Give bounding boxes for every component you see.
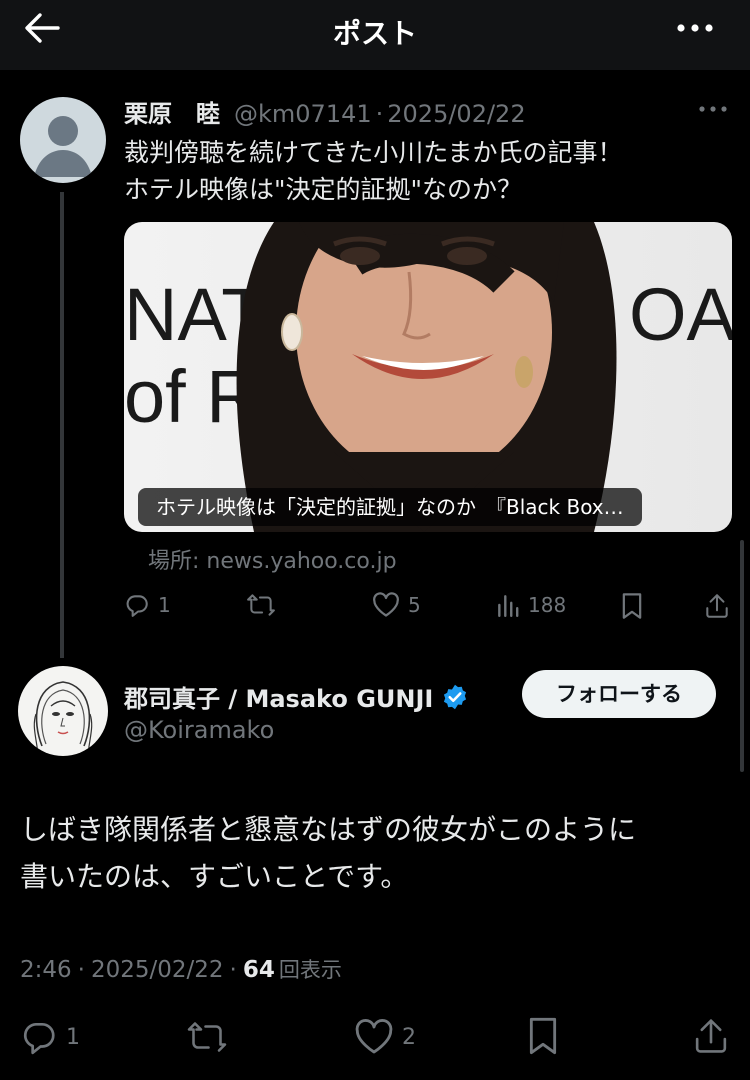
main-time[interactable]: 2:46	[20, 957, 72, 983]
parent-text-line2: ホテル映像は"決定的証拠"なのか？	[124, 175, 522, 204]
parent-header: 栗原 睦 @km07141 · 2025/02/22	[124, 94, 526, 129]
page-title: ポスト	[332, 17, 417, 50]
main-name-row: 郡司真子 / Masako GUNJI	[124, 679, 469, 714]
main-text-line1: しばき隊関係者と懇意なはずの彼女がこのように	[20, 813, 637, 846]
parent-avatar[interactable]	[20, 97, 106, 183]
parent-views-button[interactable]: 188	[496, 592, 566, 618]
reply-icon	[23, 1022, 55, 1055]
thread-line	[60, 192, 64, 658]
reply-icon	[126, 595, 148, 617]
main-like-count: 2	[402, 1024, 416, 1050]
main-date[interactable]: 2025/02/22	[91, 957, 224, 983]
share-icon	[706, 594, 728, 618]
link-card-image[interactable]: NAT of R OA	[124, 222, 732, 532]
main-meta: 2:46 · 2025/02/22 · 64 回表示	[20, 954, 342, 984]
main-meta-separator: ·	[77, 957, 85, 983]
main-bookmark-button[interactable]	[526, 1016, 560, 1060]
main-view-label: 回表示	[278, 958, 342, 982]
parent-separator: ·	[375, 100, 384, 128]
like-icon	[355, 1019, 393, 1054]
main-view-count: 64	[242, 957, 275, 983]
bookmark-icon	[622, 593, 642, 619]
main-meta-separator-2: ·	[229, 957, 237, 983]
parent-reply-button[interactable]: 1	[124, 592, 171, 618]
share-icon	[695, 1019, 727, 1053]
link-card-source[interactable]: 場所: news.yahoo.co.jp	[148, 543, 397, 575]
parent-handle[interactable]: @km07141	[234, 100, 372, 128]
link-card-caption[interactable]: ホテル映像は「決定的証拠」なのか 『Black Box…	[138, 488, 642, 526]
main-repost-button[interactable]	[186, 1018, 236, 1056]
repost-icon	[247, 594, 275, 616]
scrollbar[interactable]	[740, 540, 744, 772]
verified-badge-icon	[444, 684, 467, 709]
parent-share-button[interactable]	[704, 592, 730, 624]
bookmark-icon	[529, 1017, 557, 1055]
main-text-line2: 書いたのは、すごいことです。	[20, 860, 409, 893]
parent-date[interactable]: 2025/02/22	[387, 100, 525, 128]
main-reply-button[interactable]: 1	[20, 1018, 80, 1056]
views-icon	[498, 595, 519, 618]
parent-view-count: 188	[528, 593, 567, 617]
parent-like-count: 5	[408, 593, 421, 617]
parent-like-button[interactable]: 5	[372, 592, 421, 618]
like-icon	[373, 592, 399, 617]
more-icon[interactable]	[672, 10, 718, 46]
parent-repost-button[interactable]	[246, 592, 284, 618]
parent-reply-count: 1	[158, 593, 171, 617]
main-handle[interactable]: @Koiramako	[124, 716, 274, 744]
parent-more-icon[interactable]	[696, 96, 730, 122]
parent-display-name[interactable]: 栗原 睦	[124, 94, 220, 129]
main-display-name[interactable]: 郡司真子 / Masako GUNJI	[124, 679, 433, 714]
parent-bookmark-button[interactable]	[620, 592, 644, 624]
main-like-button[interactable]: 2	[354, 1018, 416, 1056]
main-share-button[interactable]	[692, 1016, 730, 1060]
follow-button[interactable]: フォローする	[522, 670, 716, 718]
svg-text:OA: OA	[629, 273, 732, 356]
parent-text-line1: 裁判傍聴を続けてきた小川たまか氏の記事！	[124, 138, 623, 167]
repost-icon	[187, 1022, 227, 1052]
main-avatar[interactable]	[18, 666, 108, 756]
main-reply-count: 1	[66, 1024, 80, 1050]
